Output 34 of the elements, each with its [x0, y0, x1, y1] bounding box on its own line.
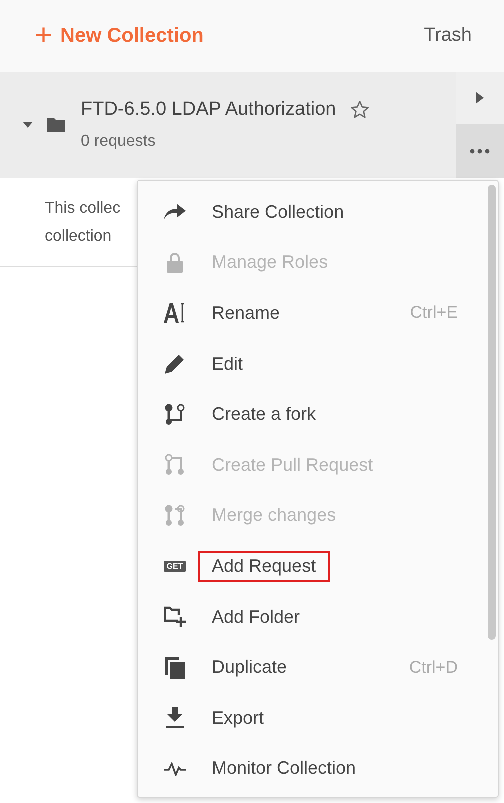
pencil-icon	[165, 354, 185, 374]
menu-item[interactable]: Add Folder	[138, 592, 498, 642]
play-icon[interactable]	[476, 92, 484, 104]
description-text: This collec	[45, 200, 121, 218]
text-cursor-icon	[164, 303, 186, 324]
lock-icon	[167, 252, 183, 273]
menu-item[interactable]: Edit	[138, 338, 498, 390]
shortcut-text: Ctrl+D	[409, 658, 458, 678]
merge-icon	[165, 504, 185, 527]
collection-row[interactable]: FTD-6.5.0 LDAP Authorization 0 requests	[0, 72, 504, 178]
get-badge-icon: GET	[164, 560, 186, 572]
menu-item[interactable]: Duplicate Ctrl+D	[138, 642, 498, 693]
menu-item[interactable]: Export	[138, 692, 498, 744]
download-icon	[165, 707, 185, 730]
star-icon[interactable]	[350, 100, 370, 120]
folder-icon	[47, 118, 65, 132]
add-folder-icon	[164, 606, 186, 628]
caret-icon[interactable]	[23, 121, 33, 129]
pull-request-icon	[165, 454, 185, 476]
pulse-icon	[164, 762, 186, 776]
request-count: 0 requests	[81, 133, 157, 151]
menu-item[interactable]: Rename Ctrl+E	[138, 288, 498, 339]
description-text: collection	[45, 228, 112, 246]
share-arrow-icon	[164, 204, 186, 220]
menu-item[interactable]: Monitor Collection	[138, 744, 498, 794]
trash-link[interactable]: Trash	[424, 25, 472, 47]
fork-icon	[165, 404, 185, 426]
shortcut-text: Ctrl+E	[410, 303, 458, 324]
more-icon	[470, 148, 490, 154]
duplicate-icon	[165, 656, 185, 679]
menu-item[interactable]: Share Collection	[138, 187, 498, 238]
menu-item[interactable]: GET Add Request	[138, 541, 498, 592]
collection-name: FTD-6.5.0 LDAP Authorization	[81, 99, 336, 121]
menu-item[interactable]: Create a fork	[138, 389, 498, 440]
